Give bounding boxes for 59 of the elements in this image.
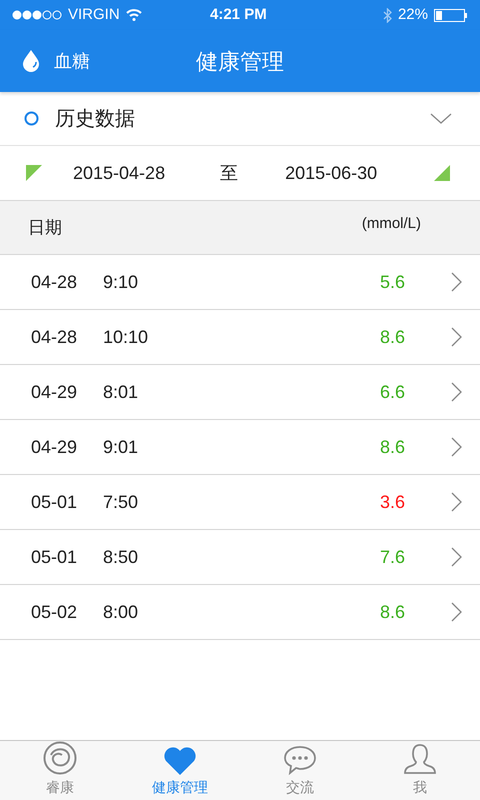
reading-time: 10:10 xyxy=(103,326,148,348)
circle-icon xyxy=(24,111,39,126)
reading-date: 04-28 xyxy=(31,270,78,294)
chevron-right-icon xyxy=(451,547,462,567)
reading-value: 8.6 xyxy=(380,436,405,458)
chevron-right-icon xyxy=(451,272,462,292)
drop-icon xyxy=(22,50,40,72)
chevron-right-icon xyxy=(451,437,462,457)
reading-time: 8:01 xyxy=(103,380,138,404)
column-header: (mmol/L) xyxy=(362,214,421,234)
reading-date: 05-02 xyxy=(31,600,78,624)
reading-time: 8:00 xyxy=(103,600,138,624)
reading-row[interactable]: 04-29 9:01 8.6 xyxy=(0,420,480,475)
heart-icon xyxy=(163,747,197,775)
chevron-right-icon xyxy=(451,492,462,512)
wifi-icon xyxy=(126,9,142,21)
reading-value: 3.6 xyxy=(380,490,405,514)
reading-date: 05-01 xyxy=(31,490,78,514)
reading-value: 5.6 xyxy=(380,270,405,294)
corner-icon xyxy=(26,165,42,181)
chevron-right-icon xyxy=(451,382,462,402)
battery-icon xyxy=(434,8,468,22)
reading-row[interactable]: 04-28 9:10 5.6 xyxy=(0,255,480,310)
reading-date: 05-01 xyxy=(31,546,78,568)
battery-percent: 22% xyxy=(398,4,428,25)
chevron-right-icon xyxy=(451,602,462,622)
column-header: 日期 xyxy=(28,216,62,239)
reading-time: 7:50 xyxy=(103,490,138,514)
history-data-dropdown[interactable]: 历史数据 xyxy=(0,92,480,146)
glucose-button[interactable]: 血糖 xyxy=(0,48,90,74)
reading-value: 6.6 xyxy=(380,380,405,404)
chevron-icon xyxy=(430,113,452,124)
tab-bar-item[interactable]: 健康管理 xyxy=(120,741,240,800)
reading-value: 8.6 xyxy=(380,326,405,348)
corner-icon xyxy=(434,165,450,181)
reading-row[interactable]: 05-01 8:50 7.6 xyxy=(0,530,480,585)
range-separator: 至 xyxy=(220,162,238,184)
person-icon xyxy=(403,743,437,775)
reading-row[interactable]: 05-01 7:50 3.6 xyxy=(0,475,480,530)
start-date-field[interactable]: 2015-04-28 xyxy=(73,160,166,186)
page-title: 健康管理 xyxy=(196,48,284,76)
reading-value: 8.6 xyxy=(380,600,405,624)
chevron-right-icon xyxy=(451,327,462,347)
chat-bubble-icon xyxy=(283,745,317,775)
end-date-field[interactable]: 2015-06-30 xyxy=(285,160,378,186)
reading-time: 9:10 xyxy=(103,270,138,294)
reading-date: 04-28 xyxy=(31,326,78,348)
reading-row[interactable]: 04-29 8:01 6.6 xyxy=(0,365,480,420)
reading-value: 7.6 xyxy=(380,546,405,568)
reading-time: 9:01 xyxy=(103,436,138,458)
reading-date: 04-29 xyxy=(31,436,78,458)
reading-date: 04-29 xyxy=(31,380,78,404)
swirl-icon xyxy=(43,741,77,775)
clock-time: 4:21 PM xyxy=(210,4,267,25)
reading-row[interactable]: 04-28 10:10 8.6 xyxy=(0,310,480,365)
carrier-name: VIRGIN xyxy=(68,4,120,25)
reading-time: 8:50 xyxy=(103,546,138,568)
bluetooth-icon xyxy=(382,8,392,22)
reading-row[interactable]: 05-02 8:00 8.6 xyxy=(0,585,480,640)
